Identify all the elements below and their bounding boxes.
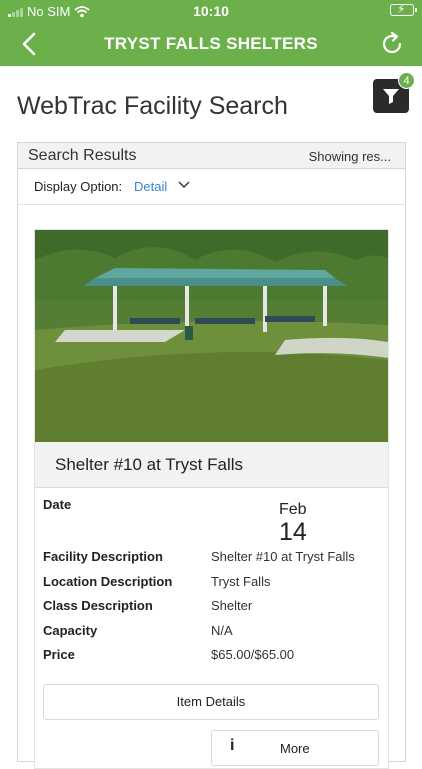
- page-title: WebTrac Facility Search: [17, 92, 288, 120]
- item-details-button[interactable]: Item Details: [43, 684, 379, 720]
- detail-row-location-description: Location Description Tryst Falls: [43, 574, 383, 594]
- detail-label: Facility Description: [43, 549, 163, 564]
- date-day: 14: [279, 518, 307, 546]
- chevron-down-icon[interactable]: [178, 181, 190, 189]
- facility-photo: [35, 230, 388, 442]
- nav-title: TRYST FALLS SHELTERS: [104, 34, 318, 53]
- results-showing-text: Showing res...: [308, 149, 391, 164]
- nav-bar: TRYST FALLS SHELTERS: [0, 22, 422, 66]
- battery-icon: ⚡: [390, 2, 417, 16]
- detail-value: Tryst Falls: [211, 574, 271, 589]
- status-time: 10:10: [193, 3, 229, 19]
- results-panel: Search Results Showing res... Display Op…: [17, 142, 406, 769]
- detail-value: $65.00/$65.00: [211, 647, 295, 662]
- date-label: Date: [43, 497, 72, 512]
- results-header: Search Results Showing res...: [18, 143, 405, 169]
- info-icon: i: [230, 737, 235, 754]
- results-header-label: Search Results: [28, 147, 137, 164]
- refresh-icon[interactable]: [378, 30, 406, 58]
- detail-row-class-description: Class Description Shelter: [43, 598, 383, 618]
- detail-label: Location Description: [43, 574, 173, 589]
- detail-row-facility-description: Facility Description Shelter #10 at Trys…: [43, 549, 383, 569]
- status-bar: No SIM 10:10 ⚡: [0, 0, 422, 22]
- display-option-select[interactable]: Detail: [134, 179, 167, 194]
- detail-row-capacity: Capacity N/A: [43, 623, 383, 643]
- filter-count-badge: 4: [398, 72, 415, 89]
- facility-card: Shelter #10 at Tryst Falls Date Feb 14 F…: [34, 229, 389, 769]
- detail-label: Class Description: [43, 598, 153, 613]
- more-button[interactable]: i More: [211, 730, 379, 766]
- more-button-label: More: [280, 741, 310, 756]
- display-option-label: Display Option:: [34, 179, 123, 194]
- filter-icon: [383, 89, 399, 104]
- display-option-row: Display Option: Detail: [18, 169, 405, 205]
- detail-label: Capacity: [43, 623, 98, 638]
- facility-title-bar: Shelter #10 at Tryst Falls: [35, 442, 388, 488]
- facility-name[interactable]: Shelter #10 at Tryst Falls: [55, 455, 243, 475]
- detail-value: Shelter #10 at Tryst Falls: [211, 549, 355, 564]
- detail-label: Price: [43, 647, 75, 662]
- detail-value: Shelter: [211, 598, 253, 613]
- detail-value: N/A: [211, 623, 233, 638]
- date-month: Feb: [279, 501, 307, 518]
- detail-row-price: Price $65.00/$65.00: [43, 647, 383, 667]
